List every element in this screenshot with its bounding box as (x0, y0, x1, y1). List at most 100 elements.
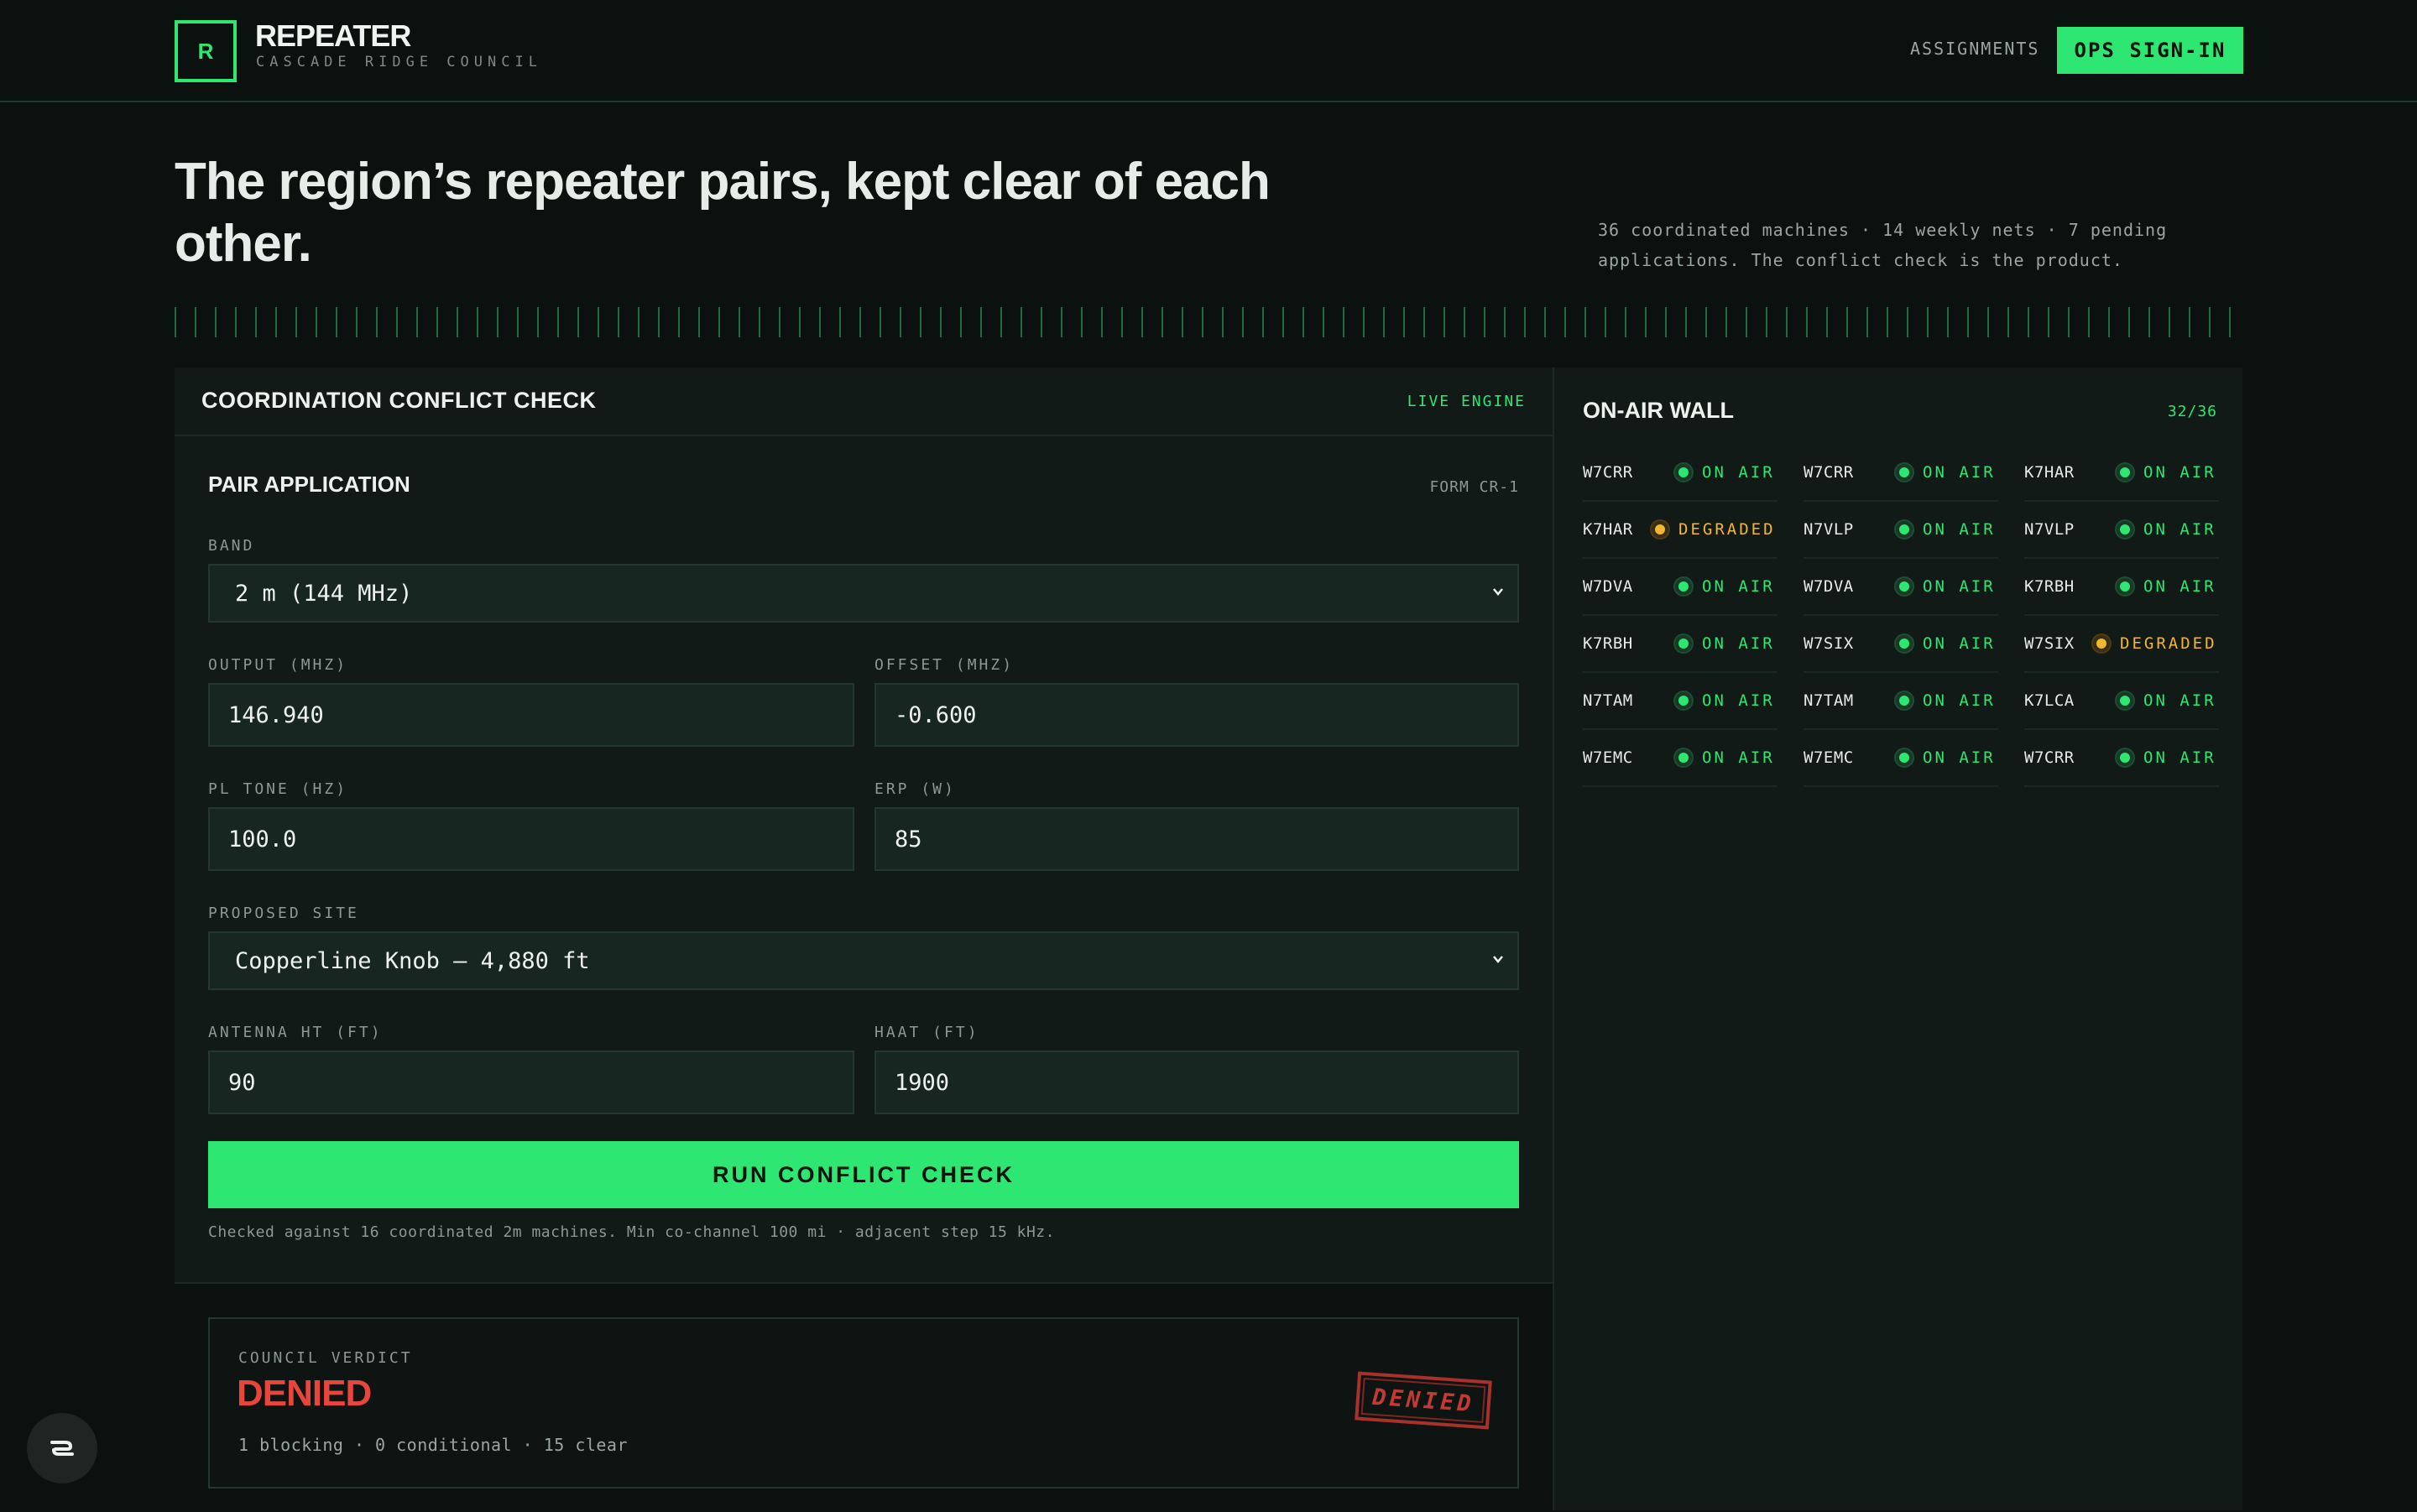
on-air-item[interactable]: N7TAM ON AIR (1804, 673, 1998, 730)
on-air-item[interactable]: W7SIX ON AIR (1804, 616, 1998, 673)
callsign: K7RBH (2024, 577, 2075, 596)
haat-input[interactable]: 1900 (874, 1051, 1519, 1114)
offset-input[interactable]: -0.600 (874, 683, 1519, 747)
on-air-item[interactable]: K7HAR DEGRADED (1583, 502, 1778, 559)
check-scope-note: Checked against 16 coordinated 2m machin… (208, 1223, 1055, 1241)
on-air-item[interactable]: K7HAR ON AIR (2024, 445, 2219, 502)
on-air-count: 32/36 (2167, 403, 2217, 420)
site-value: Copperline Knob — 4,880 ft (235, 947, 590, 974)
callsign: W7SIX (1804, 634, 1854, 653)
on-air-item[interactable]: K7RBH ON AIR (2024, 559, 2219, 616)
panel-header: COORDINATION CONFLICT CHECK LIVE ENGINE (175, 368, 1553, 436)
callsign: N7TAM (1583, 691, 1633, 710)
run-conflict-check-button[interactable]: RUN CONFLICT CHECK (208, 1141, 1519, 1208)
band-label: BAND (208, 537, 255, 555)
on-air-wall-title: ON-AIR WALL (1583, 398, 1734, 423)
assistant-fab-button[interactable] (27, 1413, 97, 1483)
chevron-down-icon (1493, 588, 1503, 596)
status-label: ON AIR (2143, 748, 2216, 767)
output-label: OUTPUT (MHZ) (208, 656, 348, 674)
status-label: ON AIR (1702, 691, 1775, 710)
on-air-item[interactable]: N7TAM ON AIR (1583, 673, 1778, 730)
on-air-item[interactable]: W7CRR ON AIR (1804, 445, 1998, 502)
callsign: W7EMC (1804, 748, 1854, 767)
on-air-item[interactable]: K7RBH ON AIR (1583, 616, 1778, 673)
on-air-item[interactable]: W7EMC ON AIR (1804, 730, 1998, 787)
verdict-label: COUNCIL VERDICT (238, 1349, 413, 1367)
hero-title: The region’s repeater pairs, kept clear … (175, 153, 1271, 273)
offset-label: OFFSET (MHZ) (874, 656, 1015, 674)
on-air-status-dot-icon (1896, 635, 1913, 652)
on-air-grid: W7CRR ON AIR W7CRR ON AIR K7HAR ON AIR K7HAR DE… (1583, 445, 2219, 787)
verdict-counts: 1 blocking · 0 conditional · 15 clear (238, 1435, 629, 1455)
status-label: ON AIR (1923, 691, 1996, 710)
on-air-item[interactable]: W7SIX DEGRADED (2024, 616, 2219, 673)
status-label: ON AIR (1923, 577, 1996, 596)
on-air-status-dot-icon (1896, 464, 1913, 481)
brand-subtitle: CASCADE RIDGE COUNCIL (256, 54, 542, 70)
ops-sign-in-button[interactable]: OPS SIGN-IN (2057, 27, 2243, 74)
on-air-status-dot-icon (1896, 521, 1913, 538)
panel-title: COORDINATION CONFLICT CHECK (201, 388, 597, 413)
site-select[interactable]: Copperline Knob — 4,880 ft (208, 931, 1519, 990)
status-label: ON AIR (1923, 634, 1996, 653)
on-air-item[interactable]: W7DVA ON AIR (1804, 559, 1998, 616)
degraded-status-dot-icon (2093, 635, 2110, 652)
erp-input[interactable]: 85 (874, 807, 1519, 871)
status-label: ON AIR (2143, 520, 2216, 539)
callsign: N7VLP (1804, 520, 1854, 539)
on-air-item[interactable]: W7DVA ON AIR (1583, 559, 1778, 616)
on-air-item[interactable]: W7EMC ON AIR (1583, 730, 1778, 787)
haat-label: HAAT (FT) (874, 1024, 979, 1041)
status-label: ON AIR (1923, 463, 1996, 482)
on-air-status-dot-icon (1675, 692, 1692, 709)
pl-tone-label: PL TONE (HZ) (208, 780, 348, 798)
hero-summary: 36 coordinated machines · 14 weekly nets… (1598, 220, 2168, 270)
antenna-height-label: ANTENNA HT (FT) (208, 1024, 383, 1041)
status-label: ON AIR (1923, 748, 1996, 767)
conflict-check-panel: COORDINATION CONFLICT CHECK LIVE ENGINE … (175, 368, 1553, 1512)
on-air-item[interactable]: N7VLP ON AIR (2024, 502, 2219, 559)
on-air-status-dot-icon (2117, 464, 2133, 481)
callsign: W7CRR (1583, 463, 1633, 482)
on-air-item[interactable]: N7VLP ON AIR (1804, 502, 1998, 559)
callsign: W7SIX (2024, 634, 2075, 653)
status-label: ON AIR (2143, 691, 2216, 710)
output-input[interactable]: 146.940 (208, 683, 854, 747)
nav-assignments-link[interactable]: ASSIGNMENTS (1910, 39, 2039, 59)
status-label: ON AIR (1702, 463, 1775, 482)
band-select[interactable]: 2 m (144 MHz) (208, 564, 1519, 623)
on-air-status-dot-icon (2117, 521, 2133, 538)
on-air-status-dot-icon (1896, 749, 1913, 766)
band-value: 2 m (144 MHz) (235, 580, 413, 607)
status-label: DEGRADED (1678, 520, 1776, 539)
on-air-status-dot-icon (1675, 578, 1692, 595)
denied-stamp: DENIED (1355, 1371, 1492, 1430)
status-label: ON AIR (2143, 463, 2216, 482)
on-air-item[interactable]: W7CRR ON AIR (1583, 445, 1778, 502)
logo-mark[interactable]: R (175, 20, 237, 82)
on-air-status-dot-icon (1675, 464, 1692, 481)
on-air-item[interactable]: W7CRR ON AIR (2024, 730, 2219, 787)
callsign: W7CRR (1804, 463, 1854, 482)
verdict-card: COUNCIL VERDICT DENIED 1 blocking · 0 co… (208, 1317, 1519, 1489)
on-air-wall-panel: ON-AIR WALL 32/36 W7CRR ON AIR W7CRR ON AIR… (1553, 368, 2242, 1510)
on-air-status-dot-icon (1675, 635, 1692, 652)
verdict-section: COUNCIL VERDICT DENIED 1 blocking · 0 co… (175, 1282, 1553, 1512)
on-air-status-dot-icon (2117, 692, 2133, 709)
antenna-height-input[interactable]: 90 (208, 1051, 854, 1114)
form-title: PAIR APPLICATION (208, 472, 410, 497)
brand-name[interactable]: REPEATER (255, 18, 411, 54)
on-air-item[interactable]: K7LCA ON AIR (2024, 673, 2219, 730)
top-bar: R REPEATER CASCADE RIDGE COUNCIL ASSIGNM… (0, 0, 2417, 102)
status-label: ON AIR (2143, 577, 2216, 596)
callsign: K7RBH (1583, 634, 1633, 653)
callsign: W7CRR (2024, 748, 2075, 767)
verdict-value: DENIED (237, 1373, 372, 1414)
callsign: N7TAM (1804, 691, 1854, 710)
on-air-status-dot-icon (2117, 578, 2133, 595)
chevron-down-icon (1493, 956, 1503, 963)
pl-tone-input[interactable]: 100.0 (208, 807, 854, 871)
status-label: ON AIR (1702, 577, 1775, 596)
callsign: K7HAR (1583, 520, 1633, 539)
